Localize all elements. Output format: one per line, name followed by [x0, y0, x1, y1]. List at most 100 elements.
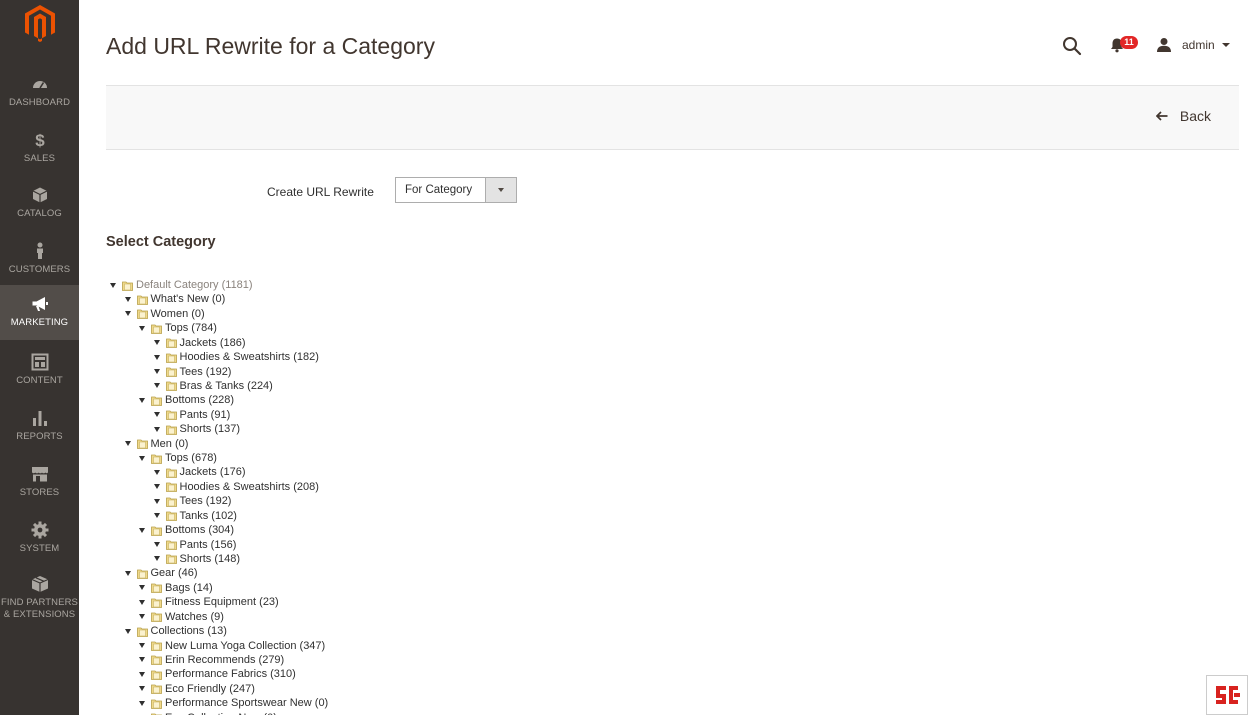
tree-expand-toggle-icon[interactable] — [153, 484, 160, 490]
tree-node-label[interactable]: Default Category (1181) — [136, 279, 253, 291]
tree-node[interactable]: Shorts (137) — [153, 422, 241, 436]
tree-node-label[interactable]: Men (0) — [151, 438, 189, 450]
tree-node-label[interactable]: Erin Recommends (279) — [165, 654, 284, 666]
tree-node-label[interactable]: Eco Collection New (0) — [165, 712, 277, 715]
tree-node[interactable]: Tees (192) — [153, 494, 232, 508]
tree-node[interactable]: Hoodies & Sweatshirts (182) — [153, 350, 319, 364]
tree-node[interactable]: Gear (46) — [124, 566, 198, 580]
tree-node-label[interactable]: Tops (678) — [165, 452, 217, 464]
tree-node-label[interactable]: Shorts (148) — [180, 553, 241, 565]
sidebar-item-content[interactable]: CONTENT — [0, 344, 79, 400]
tree-node[interactable]: Collections (13) — [124, 624, 227, 638]
tree-node[interactable]: Performance Sportswear New (0) — [139, 696, 328, 710]
tree-node-label[interactable]: Watches (9) — [165, 611, 224, 623]
tree-node-label[interactable]: Tees (192) — [180, 495, 232, 507]
tree-expand-toggle-icon[interactable] — [153, 426, 160, 432]
tree-node[interactable]: Tops (784) — [139, 321, 217, 335]
sidebar-item-marketing[interactable]: MARKETING — [0, 285, 79, 340]
tree-node-label[interactable]: Eco Friendly (247) — [165, 683, 255, 695]
tree-node[interactable]: Men (0) — [124, 437, 189, 451]
tree-node-label[interactable]: Bottoms (228) — [165, 394, 234, 406]
tree-node[interactable]: Tanks (102) — [153, 509, 237, 523]
tree-expand-toggle-icon[interactable] — [139, 614, 145, 620]
tree-node[interactable]: Watches (9) — [139, 610, 224, 624]
tree-node-label[interactable]: Tops (784) — [165, 322, 217, 334]
tree-expand-toggle-icon[interactable] — [139, 397, 145, 403]
tree-expand-toggle-icon[interactable] — [124, 628, 131, 634]
tree-node-label[interactable]: Pants (91) — [180, 409, 231, 421]
tree-expand-toggle-icon[interactable] — [139, 686, 145, 692]
tree-expand-toggle-icon[interactable] — [153, 383, 160, 389]
tree-node[interactable]: Eco Friendly (247) — [139, 682, 255, 696]
tree-expand-toggle-icon[interactable] — [139, 643, 145, 648]
sidebar-item-reports[interactable]: REPORTS — [0, 400, 79, 456]
tree-node-label[interactable]: Gear (46) — [151, 567, 198, 579]
sidebar-item-find-partners[interactable]: FIND PARTNERS & EXTENSIONS — [0, 566, 79, 622]
tree-expand-toggle-icon[interactable] — [153, 340, 160, 346]
tree-expand-toggle-icon[interactable] — [139, 455, 145, 461]
tree-node-label[interactable]: Jackets (176) — [180, 466, 246, 478]
tree-node[interactable]: Shorts (148) — [153, 552, 241, 566]
tree-node[interactable]: Jackets (186) — [153, 336, 246, 350]
tree-node-label[interactable]: Hoodies & Sweatshirts (182) — [180, 351, 319, 363]
tree-node-label[interactable]: Tees (192) — [180, 366, 232, 378]
sidebar-item-catalog[interactable]: CATALOG — [0, 177, 79, 233]
search-icon[interactable] — [1062, 36, 1082, 56]
tree-root-node[interactable]: Default Category (1181) — [110, 278, 253, 292]
sidebar-item-customers[interactable]: CUSTOMERS — [0, 233, 79, 289]
user-menu[interactable]: admin — [1156, 36, 1230, 54]
tree-node-label[interactable]: Performance Sportswear New (0) — [165, 697, 328, 709]
tree-expand-toggle-icon[interactable] — [153, 513, 160, 519]
tree-expand-toggle-icon[interactable] — [124, 570, 131, 576]
tree-node-label[interactable]: What's New (0) — [151, 293, 226, 305]
tree-expand-toggle-icon[interactable] — [153, 542, 160, 548]
sidebar-item-system[interactable]: SYSTEM — [0, 512, 79, 568]
sidebar-item-dashboard[interactable]: DASHBOARD — [0, 66, 79, 122]
tree-expand-toggle-icon[interactable] — [153, 354, 160, 360]
tree-node[interactable]: Erin Recommends (279) — [139, 653, 284, 667]
tree-node[interactable]: Bottoms (304) — [139, 523, 234, 537]
tree-expand-toggle-icon[interactable] — [110, 282, 116, 288]
tree-expand-toggle-icon[interactable] — [139, 671, 145, 677]
tree-node[interactable]: Performance Fabrics (310) — [139, 667, 296, 681]
tree-node[interactable]: Women (0) — [124, 307, 205, 321]
sidebar-item-sales[interactable]: $ SALES — [0, 122, 79, 178]
tree-node-label[interactable]: Women (0) — [151, 308, 205, 320]
tree-node-label[interactable]: Shorts (137) — [180, 423, 241, 435]
tree-node-label[interactable]: Bras & Tanks (224) — [180, 380, 273, 392]
tree-node[interactable]: Pants (156) — [153, 538, 236, 552]
corner-widget-logo[interactable] — [1206, 675, 1248, 715]
tree-expand-toggle-icon[interactable] — [139, 527, 145, 533]
tree-expand-toggle-icon[interactable] — [139, 599, 145, 605]
tree-node[interactable]: Jackets (176) — [153, 465, 246, 479]
tree-expand-toggle-icon[interactable] — [139, 585, 145, 591]
tree-expand-toggle-icon[interactable] — [153, 412, 160, 418]
tree-node[interactable]: What's New (0) — [124, 292, 226, 306]
sidebar-item-stores[interactable]: STORES — [0, 456, 79, 512]
tree-node[interactable]: Tops (678) — [139, 451, 217, 465]
tree-node-label[interactable]: Hoodies & Sweatshirts (208) — [180, 481, 319, 493]
tree-node[interactable]: Bottoms (228) — [139, 393, 234, 407]
tree-node[interactable]: Tees (192) — [153, 365, 232, 379]
tree-node[interactable]: Bags (14) — [139, 581, 213, 595]
notifications-count-badge[interactable]: 11 — [1120, 36, 1138, 49]
tree-node[interactable]: New Luma Yoga Collection (347) — [139, 639, 325, 653]
tree-node-label[interactable]: Bags (14) — [165, 582, 213, 594]
tree-expand-toggle-icon[interactable] — [124, 311, 131, 317]
tree-node[interactable]: Pants (91) — [153, 408, 231, 422]
tree-node[interactable]: Hoodies & Sweatshirts (208) — [153, 480, 319, 494]
tree-expand-toggle-icon[interactable] — [139, 657, 145, 663]
tree-expand-toggle-icon[interactable] — [153, 498, 160, 504]
tree-expand-toggle-icon[interactable] — [153, 556, 160, 562]
tree-node-label[interactable]: Jackets (186) — [180, 337, 246, 349]
magento-logo[interactable] — [0, 0, 79, 62]
tree-node[interactable]: Eco Collection New (0) — [139, 711, 277, 715]
tree-expand-toggle-icon[interactable] — [124, 441, 131, 447]
tree-expand-toggle-icon[interactable] — [139, 700, 145, 706]
tree-node-label[interactable]: Bottoms (304) — [165, 524, 234, 536]
tree-node-label[interactable]: Fitness Equipment (23) — [165, 596, 279, 608]
tree-expand-toggle-icon[interactable] — [124, 296, 131, 302]
create-url-rewrite-select[interactable]: For Category — [395, 177, 517, 203]
tree-expand-toggle-icon[interactable] — [153, 369, 160, 375]
tree-node-label[interactable]: Collections (13) — [151, 625, 227, 637]
